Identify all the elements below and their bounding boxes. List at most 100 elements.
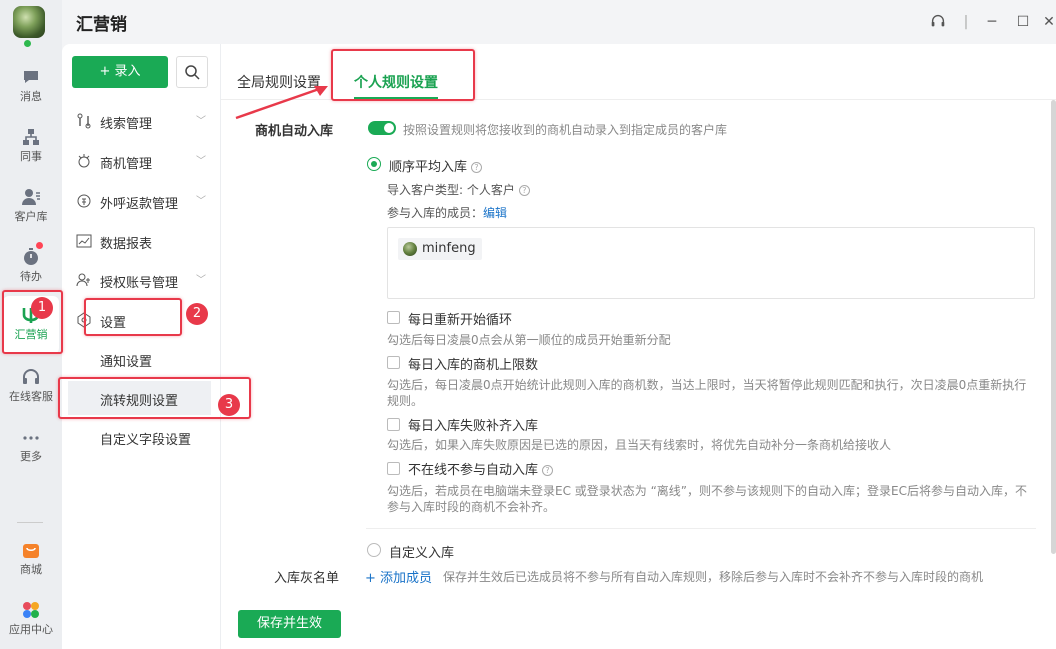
greylist-label: 入库灰名单: [274, 571, 340, 586]
opt-refill-label: 每日入库失败补齐入库: [408, 419, 539, 434]
rail-item-label: 待办: [20, 270, 42, 283]
avatar: [403, 242, 417, 256]
member-chip[interactable]: minfeng: [398, 238, 482, 260]
auto-import-hint: 按照设置规则将您接收到的商机自动录入到指定成员的客户库: [403, 123, 728, 137]
stopwatch-icon: [24, 248, 38, 265]
headset-icon: [23, 369, 39, 384]
nav-sub-label: 通知设置: [100, 355, 153, 370]
rail-item-label: 应用中心: [9, 623, 53, 636]
minimize-icon[interactable]: ─: [982, 12, 1002, 32]
member-name: minfeng: [422, 241, 476, 256]
nav-item-label: 线索管理: [100, 117, 153, 132]
annotation-box-tab: [331, 49, 475, 101]
rail-divider: [17, 522, 43, 523]
nav-sub-label: 自定义字段设置: [100, 433, 192, 448]
nav-item-label: 授权账号管理: [100, 276, 179, 291]
toolbar-separator: |: [963, 14, 969, 30]
close-icon[interactable]: ✕: [1042, 12, 1056, 32]
lead-icon: [77, 113, 91, 129]
help-icon[interactable]: ?: [542, 465, 554, 476]
headset-icon[interactable]: [928, 12, 948, 32]
search-icon: [185, 65, 200, 80]
rail-item-customers[interactable]: 客户库: [0, 182, 62, 240]
annotation-badge-3: 3: [218, 394, 240, 416]
chevron-down-icon: ﹀: [196, 196, 206, 207]
nav-item-refunds[interactable]: 外呼返款管理 ﹀: [62, 183, 220, 219]
help-icon[interactable]: ?: [471, 162, 483, 173]
save-button[interactable]: 保存并生效: [238, 610, 341, 638]
rail-item-label: 消息: [20, 90, 42, 103]
help-icon[interactable]: ?: [518, 185, 530, 196]
nav-item-label: 商机管理: [100, 157, 153, 172]
annotation-box-2: [84, 298, 182, 336]
members-box: minfeng: [387, 227, 1035, 299]
app-title: 汇营销: [76, 15, 127, 35]
opt-daily-limit-hint: 勾选后，每日凌晨0点开始统计此规则入库的商机数，当达上限时，当天将暂停此规则匹配…: [387, 378, 1027, 392]
annotation-arrow: [235, 86, 328, 120]
rail-item-online-service[interactable]: 在线客服: [0, 362, 62, 420]
nav-sub-notifications[interactable]: 通知设置: [62, 342, 220, 376]
greylist-hint: 保存并生效后已选成员将不参与所有自动入库规则，移除后参与入库时不会补齐不参与入库…: [443, 570, 984, 584]
opt-daily-limit-hint-cont: 规则。: [387, 394, 424, 408]
annotation-badge-1: 1: [31, 297, 53, 319]
chart-icon: [76, 234, 92, 248]
entry-button[interactable]: + 录入: [72, 56, 168, 88]
import-type-text: 导入客户类型: 个人客户?: [387, 181, 530, 198]
add-member-link[interactable]: + 添加成员: [365, 567, 432, 586]
app-grid-icon: [23, 602, 39, 618]
mode-sequential-radio[interactable]: [367, 157, 381, 171]
nav-item-leads[interactable]: 线索管理 ﹀: [62, 103, 220, 139]
account-icon: [76, 273, 90, 287]
mode-sequential-label: 顺序平均入库?: [389, 156, 483, 175]
nav-sub-custom-fields[interactable]: 自定义字段设置: [62, 420, 220, 454]
chevron-down-icon: ﹀: [196, 156, 206, 167]
more-dots-icon: [23, 436, 39, 440]
members-label: 参与入库的成员：编辑: [387, 206, 508, 220]
mode-custom-radio[interactable]: [367, 543, 381, 557]
rail-item-shop[interactable]: 商城: [0, 535, 62, 593]
org-chart-icon: [23, 129, 39, 145]
search-button[interactable]: [176, 56, 208, 88]
rail-item-label: 客户库: [14, 210, 48, 223]
chevron-down-icon: ﹀: [196, 116, 206, 127]
opt-offline-label: 不在线不参与自动入库?: [408, 459, 554, 478]
opt-daily-restart-checkbox[interactable]: [387, 311, 400, 324]
nav-item-opportunities[interactable]: 商机管理 ﹀: [62, 143, 220, 179]
customer-icon: [22, 189, 40, 205]
section-divider: [366, 528, 1036, 529]
rail-item-more[interactable]: 更多: [0, 422, 62, 480]
opt-daily-limit-checkbox[interactable]: [387, 356, 400, 369]
opt-refill-checkbox[interactable]: [387, 418, 400, 431]
online-status-dot: [24, 40, 31, 47]
opt-offline-hint: 勾选后，若成员在电脑端未登录EC 或登录状态为 “离线”，则不参与该规则下的自动…: [387, 484, 1027, 498]
rail-item-label: 在线客服: [9, 390, 53, 403]
nav-item-accounts[interactable]: 授权账号管理 ﹀: [62, 262, 220, 298]
title-bar: 汇营销 | ─ ☐ ✕: [62, 0, 1056, 44]
rail-item-label: 同事: [20, 150, 42, 163]
edit-members-link[interactable]: 编辑: [483, 206, 507, 220]
maximize-icon[interactable]: ☐: [1013, 12, 1033, 32]
opportunity-icon: [78, 154, 90, 168]
chat-bubble-icon: [24, 71, 38, 83]
opt-offline-checkbox[interactable]: [387, 462, 400, 475]
rail-item-label: 商城: [20, 563, 42, 576]
rail-item-messages[interactable]: 消息: [0, 62, 62, 120]
nav-item-label: 外呼返款管理: [100, 197, 179, 212]
rail-item-app-center[interactable]: 应用中心: [0, 595, 62, 649]
rail-item-label: 更多: [20, 450, 42, 463]
chevron-down-icon: ﹀: [196, 275, 206, 286]
opt-offline-hint-cont: 参与入库时段的商机不会补齐。: [387, 500, 556, 514]
nav-item-label: 数据报表: [100, 237, 153, 252]
opt-daily-limit-label: 每日入库的商机上限数: [408, 358, 539, 373]
auto-import-toggle[interactable]: [368, 121, 396, 135]
scrollbar[interactable]: [1051, 100, 1056, 554]
notification-dot: [36, 242, 43, 249]
user-avatar[interactable]: [13, 6, 45, 38]
shop-icon: [23, 544, 39, 558]
nav-item-reports[interactable]: 数据报表: [62, 223, 220, 259]
mode-custom-label: 自定义入库: [389, 546, 455, 561]
main-content: 全局规则设置 个人规则设置 商机自动入库 按照设置规则将您接收到的商机自动录入到…: [220, 44, 1056, 649]
rail-item-colleagues[interactable]: 同事: [0, 122, 62, 180]
refund-icon: [77, 194, 91, 208]
annotation-badge-2: 2: [186, 303, 208, 325]
